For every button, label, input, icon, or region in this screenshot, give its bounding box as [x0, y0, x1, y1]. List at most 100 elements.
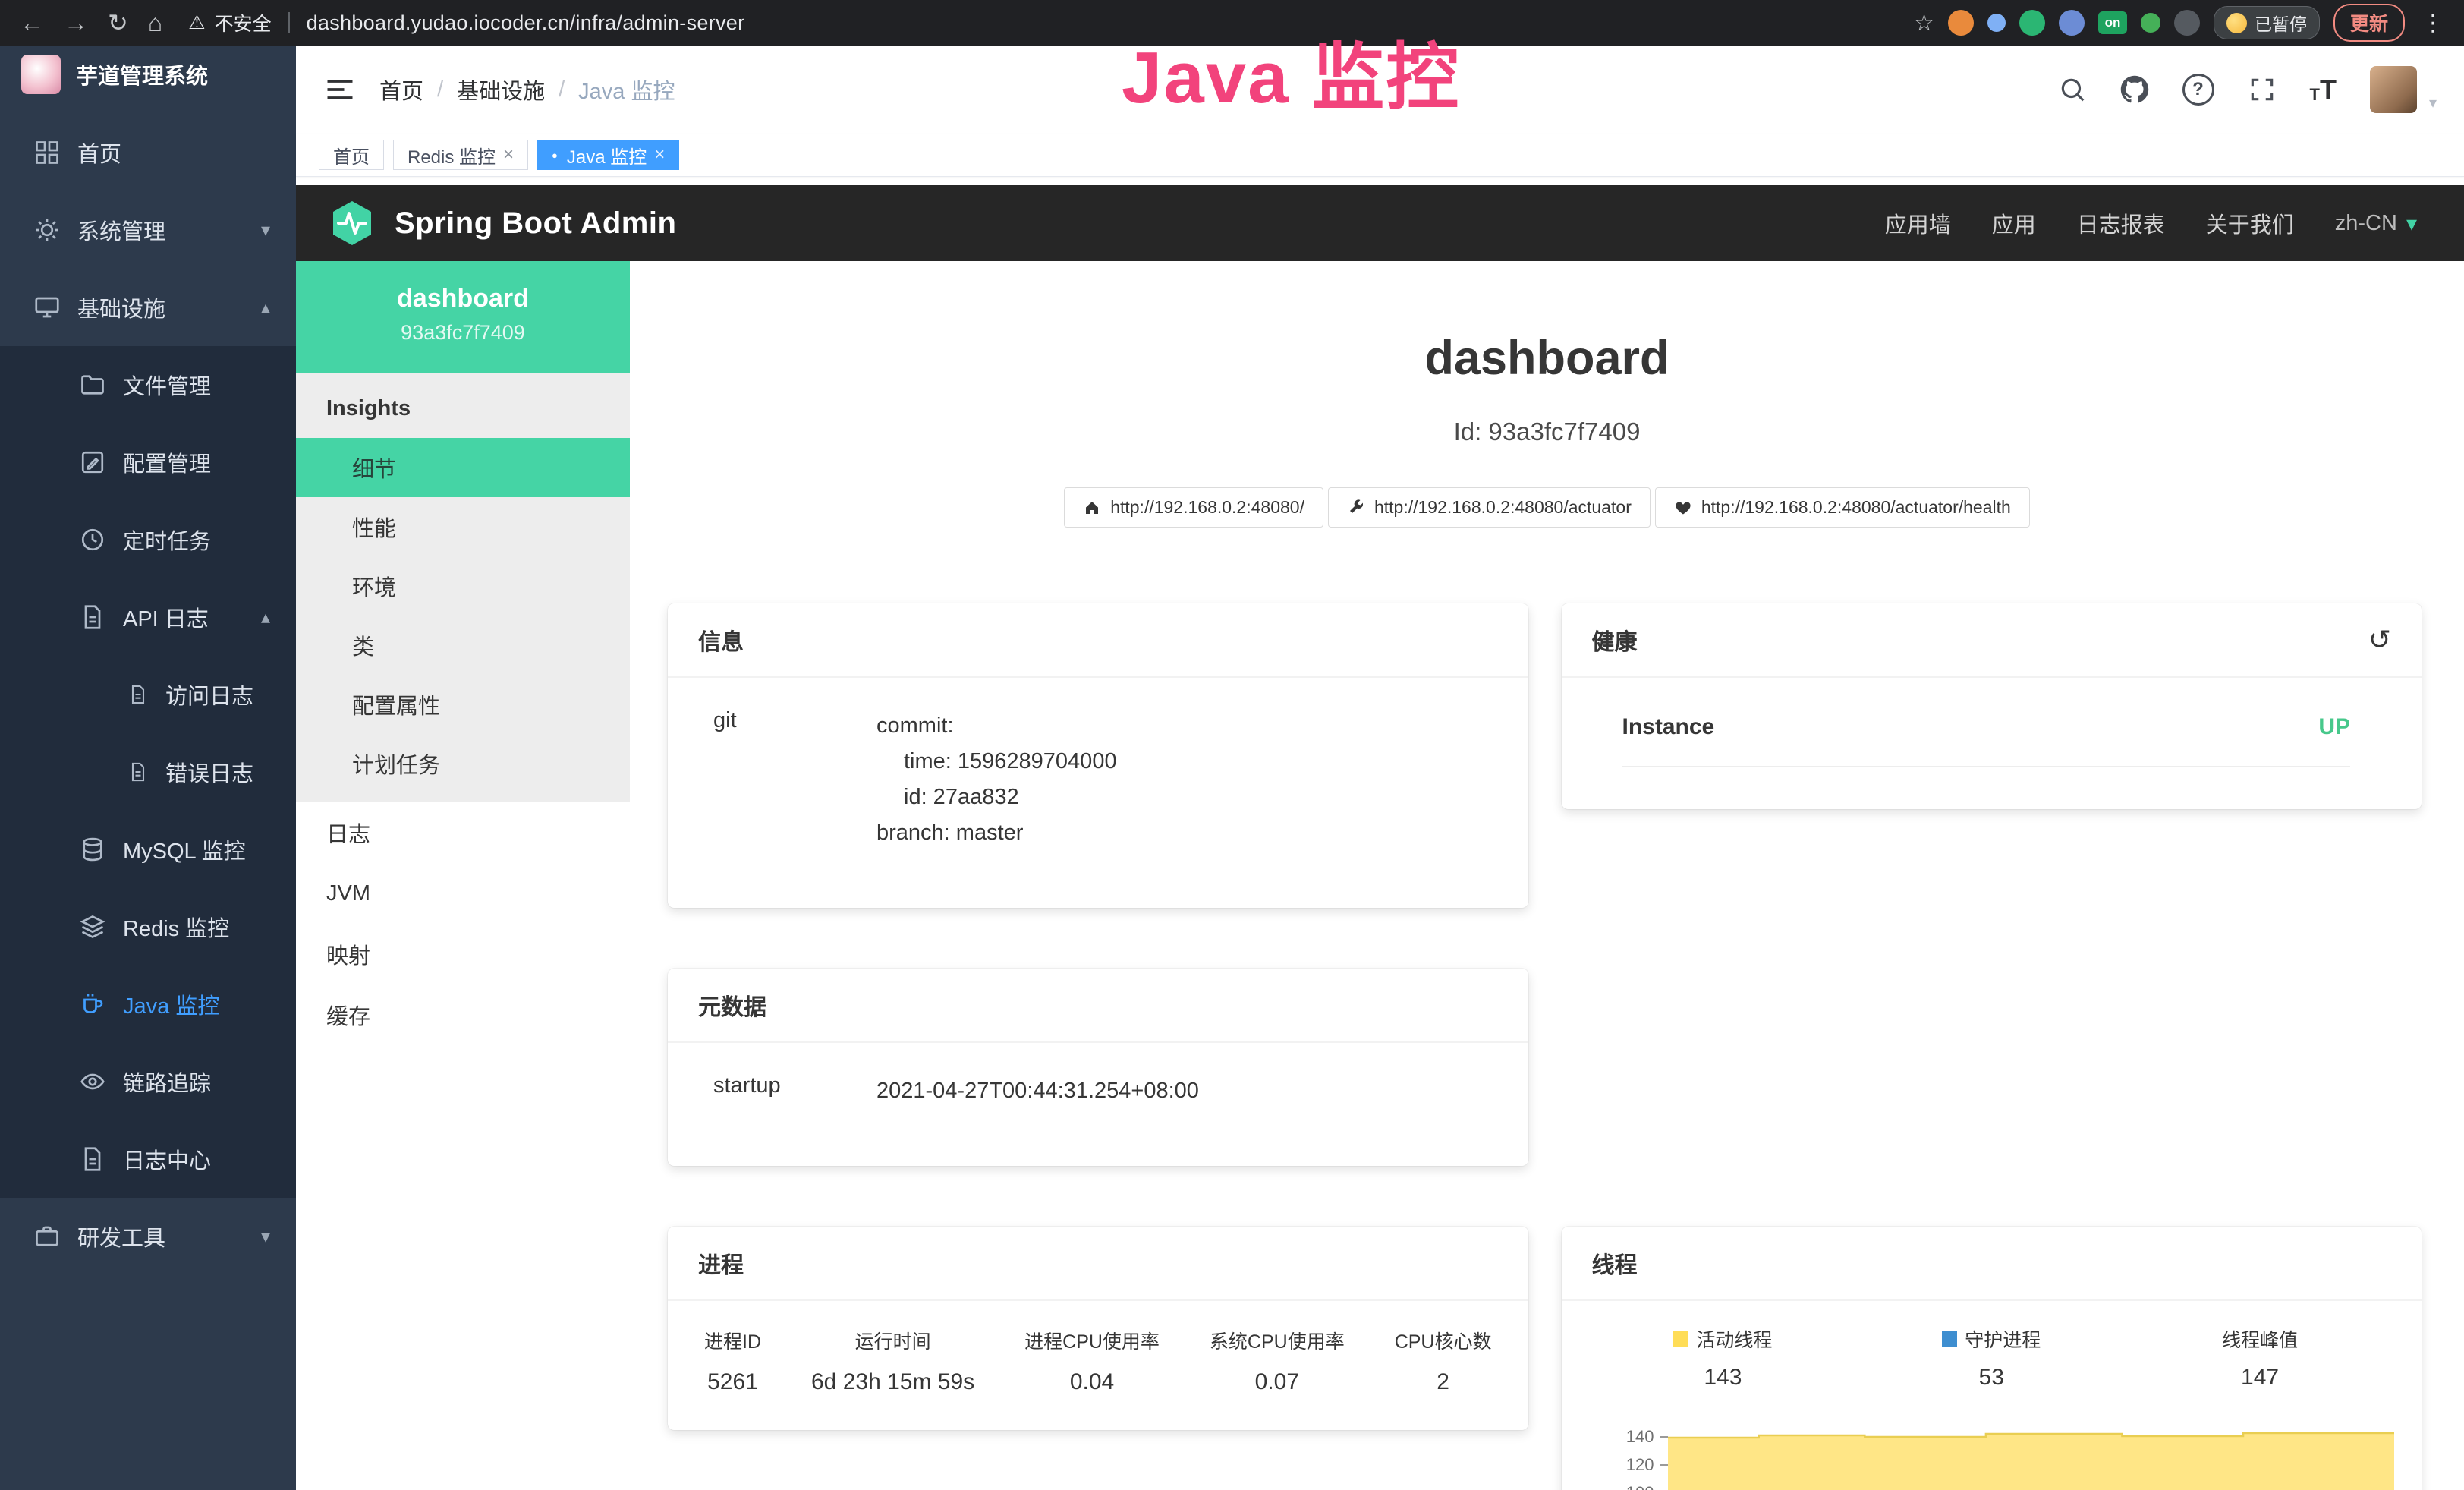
extension-icon-5[interactable] — [2141, 13, 2160, 33]
stat-label: CPU核心数 — [1395, 1327, 1492, 1354]
app-logo[interactable]: 芋道管理系统 — [0, 46, 296, 103]
sidebar-item-error-log[interactable]: 错误日志 — [0, 733, 296, 811]
github-icon[interactable] — [2120, 75, 2149, 104]
chrome-right-cluster: ☆ on 已暂停 更新 ⋮ — [1914, 4, 2444, 42]
sba-item-scheduled-tasks[interactable]: 计划任务 — [296, 734, 630, 793]
tab-java[interactable]: ● Java 监控 × — [537, 140, 679, 170]
service-url-link[interactable]: http://192.168.0.2:48080/ — [1064, 487, 1323, 528]
sba-item-config-props[interactable]: 配置属性 — [296, 675, 630, 734]
close-icon[interactable]: × — [654, 144, 665, 165]
sba-nav-about[interactable]: 关于我们 — [2206, 207, 2294, 239]
extension-icon-2[interactable] — [1987, 14, 2006, 32]
instance-header[interactable]: dashboard 93a3fc7f7409 — [296, 261, 630, 373]
legend-entry: 活动线程 143 — [1589, 1325, 1858, 1391]
breadcrumb-home[interactable]: 首页 — [379, 74, 423, 106]
stat-label: 系统CPU使用率 — [1210, 1327, 1345, 1354]
sidebar-item-redis[interactable]: Redis 监控 — [0, 888, 296, 966]
sba-item-caches[interactable]: 缓存 — [296, 984, 630, 1045]
sba-nav-wallboard[interactable]: 应用墙 — [1885, 207, 1951, 239]
sba-item-metrics[interactable]: 性能 — [296, 497, 630, 556]
bookmark-star-icon[interactable]: ☆ — [1914, 10, 1934, 36]
back-icon[interactable]: ← — [20, 11, 44, 35]
url-text[interactable]: dashboard.yudao.iocoder.cn/infra/admin-s… — [307, 11, 745, 35]
health-url-link[interactable]: http://192.168.0.2:48080/actuator/health — [1655, 487, 2030, 528]
sba-item-details[interactable]: 细节 — [296, 438, 630, 497]
paused-chip[interactable]: 已暂停 — [2214, 6, 2320, 39]
extension-icon-4[interactable] — [2059, 10, 2085, 36]
eye-icon — [79, 1068, 106, 1095]
sba-item-mappings[interactable]: 映射 — [296, 924, 630, 984]
sidebar-item-files[interactable]: 文件管理 — [0, 346, 296, 424]
history-icon[interactable]: ↺ — [2368, 626, 2391, 654]
spring-boot-admin-logo[interactable] — [328, 199, 376, 247]
instance-name: dashboard — [296, 284, 630, 313]
header-icons: ? TT ▾ — [2058, 66, 2437, 113]
update-button[interactable]: 更新 — [2333, 4, 2405, 42]
git-branch-line: branch: master — [876, 815, 1486, 851]
health-row[interactable]: Instance UP — [1622, 714, 2351, 767]
sidebar-item-jobs[interactable]: 定时任务 — [0, 501, 296, 578]
language-selector[interactable]: zh-CN ▾ — [2335, 211, 2417, 236]
legend-value: 147 — [2126, 1365, 2394, 1391]
close-icon[interactable]: × — [503, 144, 514, 165]
fullscreen-icon[interactable] — [2248, 75, 2277, 104]
breadcrumb-separator: / — [559, 77, 565, 102]
sidebar-item-infra[interactable]: 基础设施 ▴ — [0, 269, 296, 346]
database-icon — [79, 836, 106, 863]
sidebar-item-home[interactable]: 首页 — [0, 114, 296, 191]
sidebar-item-system[interactable]: 系统管理 ▾ — [0, 191, 296, 269]
avatar-caret-icon[interactable]: ▾ — [2429, 93, 2437, 112]
security-label[interactable]: 不安全 — [215, 9, 272, 36]
sba-item-environment[interactable]: 环境 — [296, 556, 630, 616]
extension-puzzle-icon[interactable] — [2174, 10, 2200, 36]
sba-brand[interactable]: Spring Boot Admin — [395, 206, 676, 241]
hamburger-icon[interactable] — [323, 73, 357, 106]
sba-item-label: 类 — [352, 629, 374, 661]
breadcrumb-infra[interactable]: 基础设施 — [457, 74, 545, 106]
large-t: T — [2320, 76, 2337, 103]
sidebar-item-mysql[interactable]: MySQL 监控 — [0, 811, 296, 888]
chevron-up-icon: ▴ — [261, 297, 270, 319]
sidebar-item-config[interactable]: 配置管理 — [0, 424, 296, 501]
folder-icon — [79, 371, 106, 398]
instance-links: http://192.168.0.2:48080/ http://192.168… — [630, 487, 2464, 528]
sba-item-jvm[interactable]: JVM — [296, 863, 630, 924]
sidebar-item-tracing[interactable]: 链路追踪 — [0, 1043, 296, 1120]
sba-nav-journal[interactable]: 日志报表 — [2077, 207, 2165, 239]
extension-on-badge[interactable]: on — [2098, 11, 2127, 34]
help-icon[interactable]: ? — [2182, 74, 2214, 106]
tab-label: Redis 监控 — [408, 142, 496, 169]
sidebar-item-devtools[interactable]: 研发工具 ▾ — [0, 1198, 296, 1275]
sidebar-item-java[interactable]: Java 监控 — [0, 966, 296, 1043]
search-icon[interactable] — [2058, 75, 2087, 104]
extension-icon-3[interactable] — [2019, 10, 2045, 36]
browser-menu-icon[interactable]: ⋮ — [2422, 10, 2444, 36]
sidebar-item-label: 系统管理 — [77, 214, 165, 246]
sba-nav-applications[interactable]: 应用 — [1992, 207, 2036, 239]
tags-view-bar: 首页 Redis 监控 × ● Java 监控 × — [296, 134, 2464, 177]
reload-icon[interactable]: ↻ — [108, 11, 128, 35]
info-card: 信息 git commit: time: 1596289704000 id: 2… — [668, 603, 1528, 908]
sidebar-item-label: Java 监控 — [123, 988, 219, 1020]
link-label: http://192.168.0.2:48080/ — [1110, 497, 1304, 518]
sba-header: Spring Boot Admin 应用墙 应用 日志报表 关于我们 zh-CN… — [296, 185, 2464, 261]
sidebar-item-log-center[interactable]: 日志中心 — [0, 1120, 296, 1198]
info-key: git — [713, 708, 876, 871]
user-avatar[interactable] — [2370, 66, 2417, 113]
actuator-url-link[interactable]: http://192.168.0.2:48080/actuator — [1328, 487, 1651, 528]
address-bar[interactable]: ⚠ 不安全 dashboard.yudao.iocoder.cn/infra/a… — [188, 9, 1894, 36]
extension-icon-1[interactable] — [1948, 10, 1974, 36]
chevron-down-icon: ▾ — [261, 1226, 270, 1248]
font-size-icon[interactable]: TT — [2310, 76, 2337, 103]
sba-item-logs[interactable]: 日志 — [296, 802, 630, 863]
tab-home[interactable]: 首页 — [319, 140, 384, 170]
tab-redis[interactable]: Redis 监控 × — [393, 140, 528, 170]
sba-item-classes[interactable]: 类 — [296, 616, 630, 675]
sba-item-label: 映射 — [326, 938, 370, 970]
edit-icon — [79, 449, 106, 476]
sidebar-item-api-log[interactable]: API 日志 ▴ — [0, 578, 296, 656]
sidebar-item-access-log[interactable]: 访问日志 — [0, 656, 296, 733]
forward-icon[interactable]: → — [64, 11, 88, 35]
home-icon[interactable]: ⌂ — [148, 11, 162, 35]
sidebar-item-label: 定时任务 — [123, 524, 211, 556]
